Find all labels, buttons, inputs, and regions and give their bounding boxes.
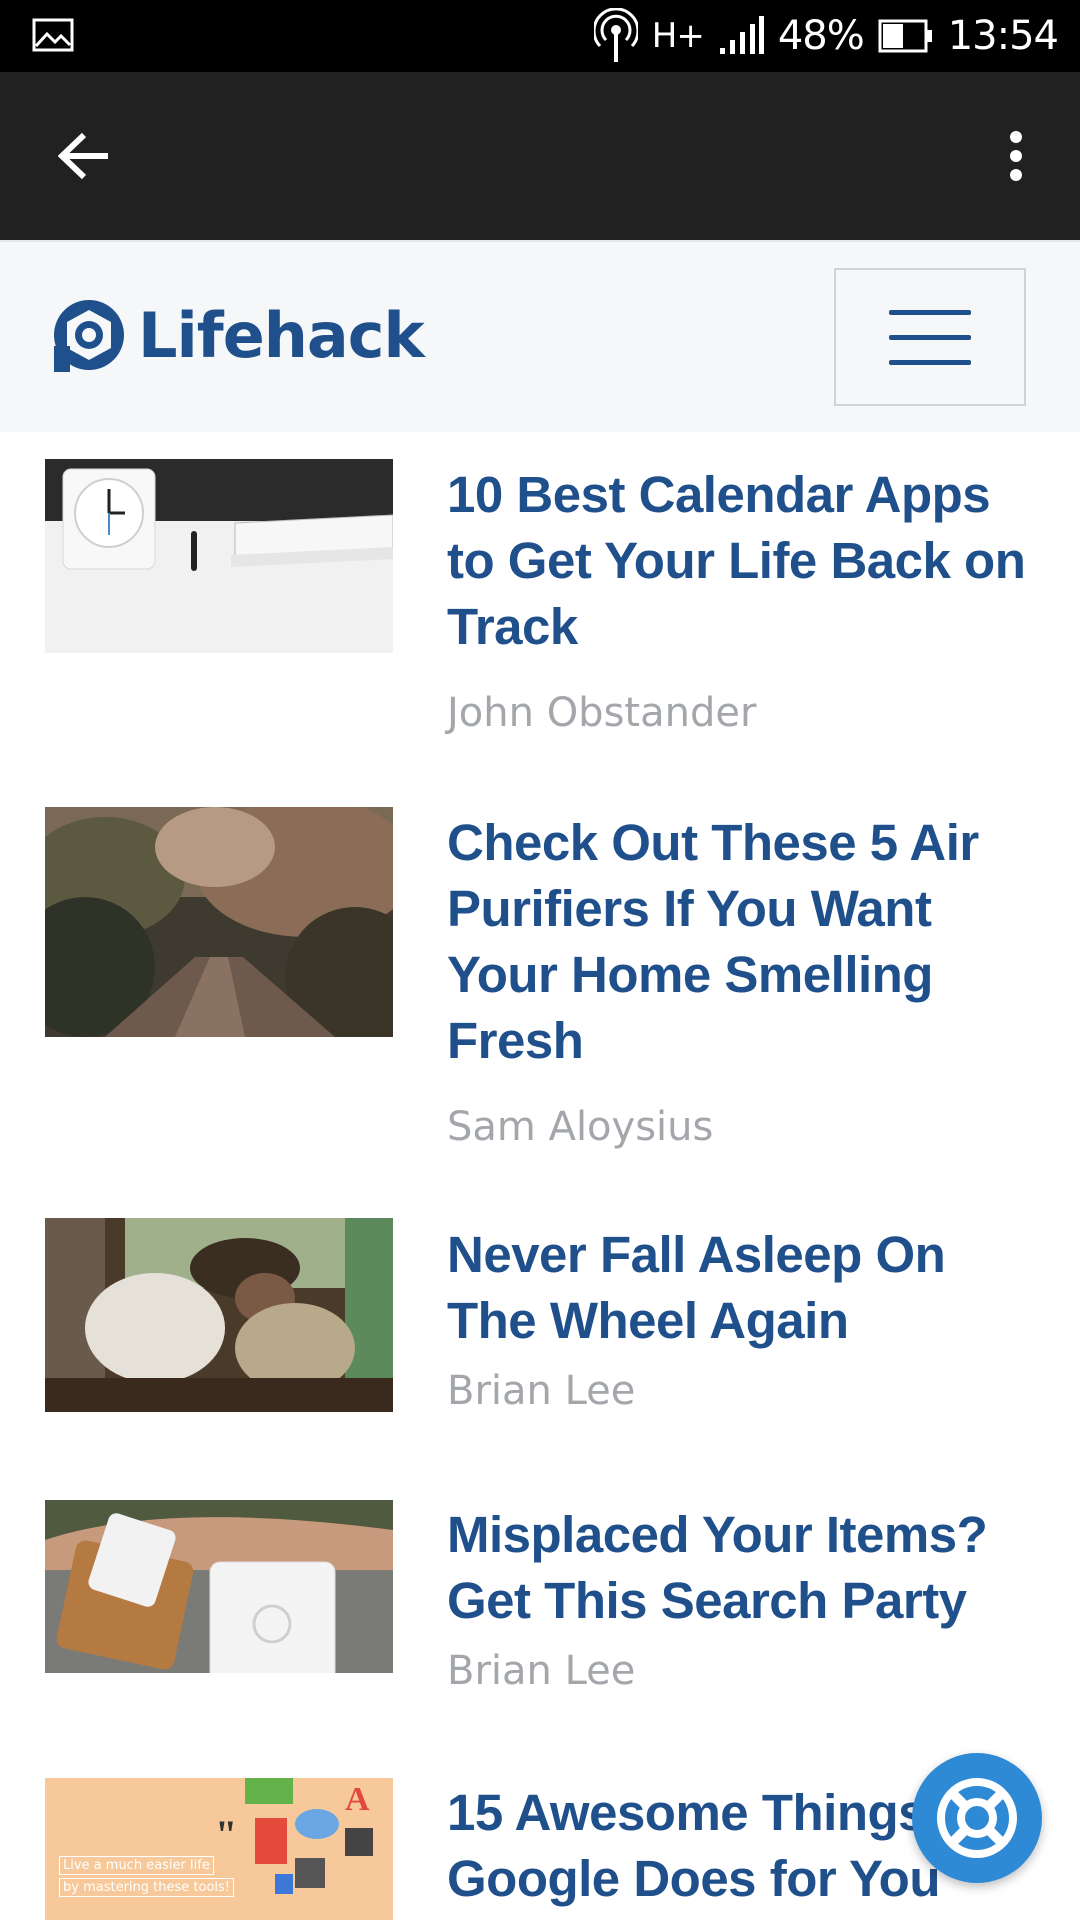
hamburger-icon-bar xyxy=(889,334,971,340)
svg-text:": " xyxy=(215,1812,237,1857)
status-bar: H+ 48% 13:54 xyxy=(0,0,1080,72)
article-title[interactable]: Never Fall Asleep On The Wheel Again xyxy=(447,1222,1037,1354)
article-title[interactable]: Misplaced Your Items? Get This Search Pa… xyxy=(447,1502,1037,1634)
illustration-caption: by mastering these tools! xyxy=(59,1878,234,1897)
gallery-icon xyxy=(32,18,74,52)
lifebuoy-icon xyxy=(937,1778,1017,1858)
help-button[interactable] xyxy=(912,1753,1042,1883)
lifehack-logo-icon xyxy=(54,300,124,372)
arrow-left-icon xyxy=(58,132,108,180)
battery-percent: 48% xyxy=(777,13,865,59)
article-author[interactable]: Brian Lee xyxy=(447,1368,635,1414)
back-button[interactable] xyxy=(44,116,124,196)
tile-tracker-photo xyxy=(45,1500,393,1673)
illustration-caption: Live a much easier life xyxy=(59,1856,214,1875)
article-author[interactable]: Sam Aloysius xyxy=(447,1104,713,1150)
more-vertical-icon xyxy=(1010,131,1022,181)
clock-notebook-photo xyxy=(45,459,393,653)
man-asleep-car-photo xyxy=(45,1218,393,1412)
hotspot-icon xyxy=(593,8,638,62)
signal-icon xyxy=(719,16,764,54)
network-type-icon: H+ xyxy=(651,16,705,56)
site-header: Lifehack xyxy=(0,240,1080,432)
battery-icon xyxy=(878,19,932,53)
article-title[interactable]: 10 Best Calendar Apps to Get Your Life B… xyxy=(447,462,1037,660)
svg-text:A: A xyxy=(345,1781,370,1818)
article-author[interactable]: Brian Lee xyxy=(447,1648,635,1694)
logo-text: Lifehack xyxy=(138,298,425,372)
google-tools-illustration: A " Live a much easier life by mastering… xyxy=(45,1778,393,1920)
hamburger-icon-bar xyxy=(889,359,971,365)
app-bar xyxy=(0,72,1080,240)
more-options-button[interactable] xyxy=(976,116,1056,196)
clock-time: 13:54 xyxy=(947,13,1059,59)
menu-button[interactable] xyxy=(834,268,1026,406)
forest-bridge-photo xyxy=(45,807,393,1037)
article-title[interactable]: Check Out These 5 Air Purifiers If You W… xyxy=(447,810,1037,1074)
lifehack-logo[interactable]: Lifehack xyxy=(52,297,425,373)
article-author[interactable]: John Obstander xyxy=(447,690,756,736)
hamburger-icon xyxy=(889,309,971,315)
